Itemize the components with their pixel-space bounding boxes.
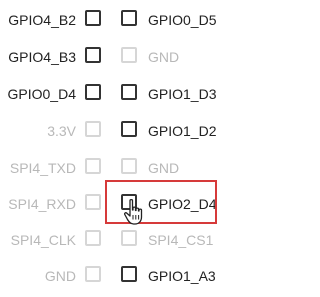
pin-checkbox-spi4-cs1: [121, 230, 137, 246]
pin-label-left: SPI4_RXD: [8, 196, 76, 212]
pin-row: GPIO4_B3 GND: [0, 39, 277, 76]
pin-checkbox-gpio1-d3[interactable]: [121, 84, 137, 100]
pin-checkbox-3v3: [85, 121, 101, 137]
pin-label-right: SPI4_CS1: [148, 232, 214, 248]
pin-label-left: GPIO4_B3: [8, 49, 76, 65]
pin-checkbox-gpio2-d4[interactable]: [121, 194, 137, 210]
pin-checkbox-spi4-rxd: [85, 194, 101, 210]
pin-label-right: GPIO0_D5: [148, 12, 217, 28]
pin-label-right: GPIO2_D4: [148, 196, 217, 212]
pin-row: 3.3V GPIO1_D2: [0, 113, 277, 150]
pin-label-right: GPIO1_A3: [148, 268, 216, 284]
pin-label-left: GPIO0_D4: [7, 86, 76, 102]
pin-row: SPI4_CLK SPI4_CS1: [0, 222, 277, 259]
pin-row: SPI4_TXD GND: [0, 150, 277, 187]
pin-checkbox-gpio4-b2[interactable]: [85, 10, 101, 26]
pin-checkbox-spi4-txd: [85, 158, 101, 174]
pin-label-right: GPIO1_D2: [148, 123, 217, 139]
pin-label-left: SPI4_TXD: [9, 160, 76, 176]
pin-checkbox-gpio0-d4[interactable]: [85, 84, 101, 100]
pin-checkbox-gpio4-b3[interactable]: [85, 47, 101, 63]
pin-row: GPIO0_D4 GPIO1_D3: [0, 76, 277, 113]
pin-checkbox-gnd: [85, 266, 101, 282]
pin-checkbox-gnd: [121, 158, 137, 174]
pin-label-left: GND: [44, 268, 76, 284]
pin-row: GPIO4_B2 GPIO0_D5: [0, 2, 277, 39]
pin-checkbox-spi4-clk: [85, 230, 101, 246]
pin-row: SPI4_RXD GPIO2_D4: [0, 186, 277, 223]
pin-label-left: SPI4_CLK: [10, 232, 76, 248]
pin-checkbox-gpio1-d2[interactable]: [121, 121, 137, 137]
pin-label-right: GPIO1_D3: [148, 86, 217, 102]
pin-checkbox-gpio1-a3[interactable]: [121, 266, 137, 282]
gpio-pin-panel: GPIO4_B2 GPIO0_D5 GPIO4_B3 GND GPIO0_D4 …: [0, 0, 277, 297]
pin-label-right: GND: [148, 160, 180, 176]
pin-label-left: 3.3V: [47, 123, 76, 139]
pin-checkbox-gnd: [121, 47, 137, 63]
pin-checkbox-gpio0-d5[interactable]: [121, 10, 137, 26]
pin-row: GND GPIO1_A3: [0, 258, 277, 295]
pin-label-right: GND: [148, 49, 180, 65]
pin-label-left: GPIO4_B2: [8, 12, 76, 28]
